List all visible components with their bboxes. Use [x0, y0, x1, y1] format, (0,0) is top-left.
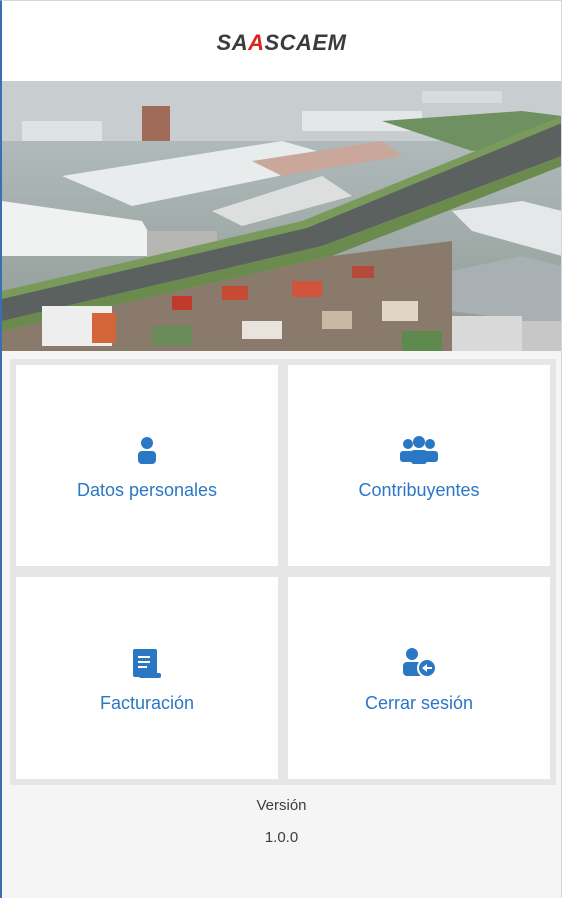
hero-image	[2, 81, 561, 351]
logo-text-scaem: SCAEM	[264, 30, 347, 55]
tile-label: Contribuyentes	[358, 480, 480, 500]
tile-label: Cerrar sesión	[364, 692, 474, 713]
app-header: SA A SCAEM	[2, 1, 561, 81]
logo-text-a-red: A	[248, 30, 265, 55]
tile-datos-personales[interactable]: Datos personales	[16, 365, 278, 566]
document-icon	[127, 643, 167, 683]
tile-label: Facturación	[99, 692, 195, 713]
aerial-city-photo	[2, 81, 561, 351]
version-number: 1.0.0	[264, 829, 299, 846]
person-icon	[127, 430, 167, 470]
logout-user-icon	[399, 643, 439, 683]
tile-cerrar-sesion[interactable]: Cerrar sesión	[288, 577, 550, 779]
app-window: SA A SCAEM Datos personales Contribuyent…	[0, 0, 562, 898]
tile-facturacion[interactable]: Facturación	[16, 577, 278, 779]
logo-text-sa: SA	[216, 30, 249, 55]
tile-label: Datos personales	[76, 480, 218, 500]
version-label: Versión	[256, 797, 307, 814]
menu-grid: Datos personales Contribuyentes Facturac…	[10, 359, 556, 785]
group-icon	[399, 430, 439, 470]
saascaem-logo: SA A SCAEM	[217, 30, 347, 56]
tile-contribuyentes[interactable]: Contribuyentes	[288, 365, 550, 566]
version-footer: Versión 1.0.0	[2, 794, 561, 858]
